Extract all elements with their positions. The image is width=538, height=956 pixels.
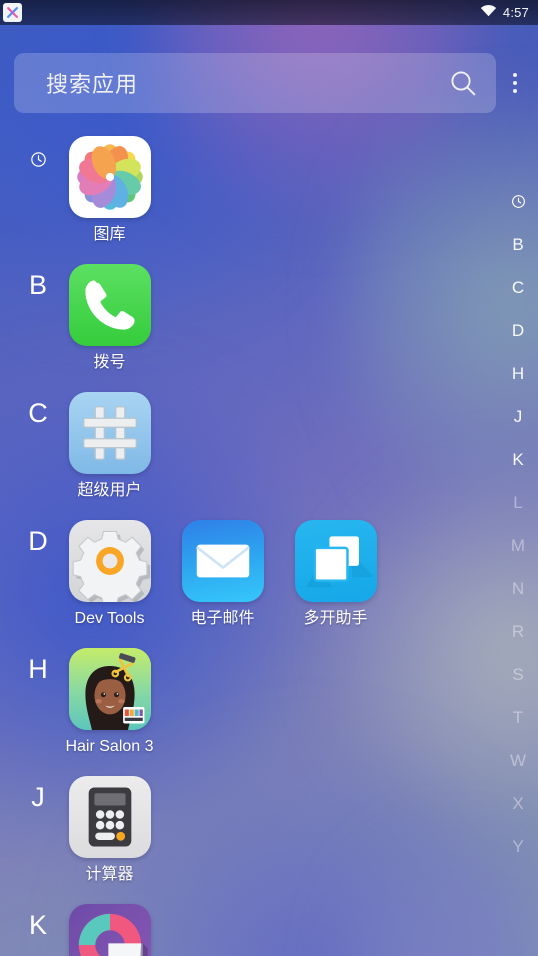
app-item-dialer[interactable]: 拨号: [53, 250, 166, 371]
overflow-dot: [513, 89, 517, 93]
index-item-l[interactable]: L: [498, 481, 538, 524]
index-item-b[interactable]: B: [498, 223, 538, 266]
index-item-m[interactable]: M: [498, 524, 538, 567]
app-item-multi-app[interactable]: 多开助手: [279, 506, 392, 627]
app-list[interactable]: 图库 B 拨号 C 超级用户 D Dev Tools 电子邮件 多开助手 H H…: [0, 122, 538, 956]
index-item-r[interactable]: R: [498, 610, 538, 653]
index-item-w[interactable]: W: [498, 739, 538, 782]
status-bar-clock: 4:57: [502, 5, 529, 20]
app-label: 多开助手: [303, 610, 368, 627]
index-item-d[interactable]: D: [498, 309, 538, 352]
status-bar: 4:57: [0, 0, 538, 25]
search-row: 搜索应用: [0, 52, 538, 114]
status-bar-left: [3, 3, 22, 22]
index-item-y[interactable]: Y: [498, 825, 538, 868]
app-item-email[interactable]: 电子邮件: [166, 506, 279, 627]
app-section-k: K: [0, 890, 538, 956]
index-item-j[interactable]: J: [498, 395, 538, 438]
app-label: Hair Salon 3: [65, 738, 154, 755]
app-label: 图库: [93, 226, 126, 243]
app-section-b: B 拨号: [0, 250, 538, 378]
app-item-dev-tools[interactable]: Dev Tools: [53, 506, 166, 627]
overflow-dot: [513, 73, 517, 77]
app-item-superuser[interactable]: 超级用户: [53, 378, 166, 499]
index-item-s[interactable]: S: [498, 653, 538, 696]
app-label: Dev Tools: [74, 610, 145, 627]
app-item-hair-salon[interactable]: Hair Salon 3: [53, 634, 166, 755]
gear-icon: [68, 520, 151, 602]
app-section-recent: 图库: [0, 122, 538, 250]
app-section-c: C 超级用户: [0, 378, 538, 506]
status-bar-right: 4:57: [480, 4, 529, 22]
superuser-hash-icon: [68, 392, 151, 474]
wifi-icon: [480, 4, 497, 22]
g-logo-icon: [68, 904, 151, 956]
envelope-icon: [181, 520, 264, 602]
app-label: 拨号: [93, 354, 126, 371]
calculator-icon: [68, 776, 151, 858]
gallery-icon: [68, 136, 151, 218]
app-item-calculator[interactable]: 计算器: [53, 762, 166, 883]
index-item-x[interactable]: X: [498, 782, 538, 825]
app-item-g-logo[interactable]: [53, 890, 166, 956]
app-item-gallery[interactable]: 图库: [53, 122, 166, 243]
app-section-d: D Dev Tools 电子邮件 多开助手: [0, 506, 538, 634]
app-label: 超级用户: [77, 482, 142, 499]
app-label: 电子邮件: [190, 610, 255, 627]
alphabet-index-bar[interactable]: B C D H J K L M N R S T W X Y: [498, 180, 538, 868]
multi-window-icon: [294, 520, 377, 602]
hair-salon-icon: [68, 648, 151, 730]
app-label: 计算器: [85, 866, 134, 883]
phone-dialer-icon: [68, 264, 151, 346]
search-icon[interactable]: [448, 68, 478, 98]
app-section-h: H Hair Salon 3: [0, 634, 538, 762]
index-item-t[interactable]: T: [498, 696, 538, 739]
index-item-c[interactable]: C: [498, 266, 538, 309]
search-placeholder: 搜索应用: [46, 72, 139, 97]
overflow-menu-icon[interactable]: [496, 53, 534, 113]
index-item-k[interactable]: K: [498, 438, 538, 481]
index-item-h[interactable]: H: [498, 352, 538, 395]
clock-icon: [511, 195, 525, 208]
search-input[interactable]: 搜索应用: [14, 53, 496, 113]
app-notification-icon[interactable]: [3, 3, 22, 22]
app-section-j: J 计算器: [0, 762, 538, 890]
index-item-n[interactable]: N: [498, 567, 538, 610]
index-item-recent[interactable]: [498, 180, 538, 223]
app-drawer-screen: 4:57 搜索应用 图库 B 拨号 C 超级用户 D Dev Tools 电子邮…: [0, 0, 538, 956]
overflow-dot: [513, 81, 517, 85]
